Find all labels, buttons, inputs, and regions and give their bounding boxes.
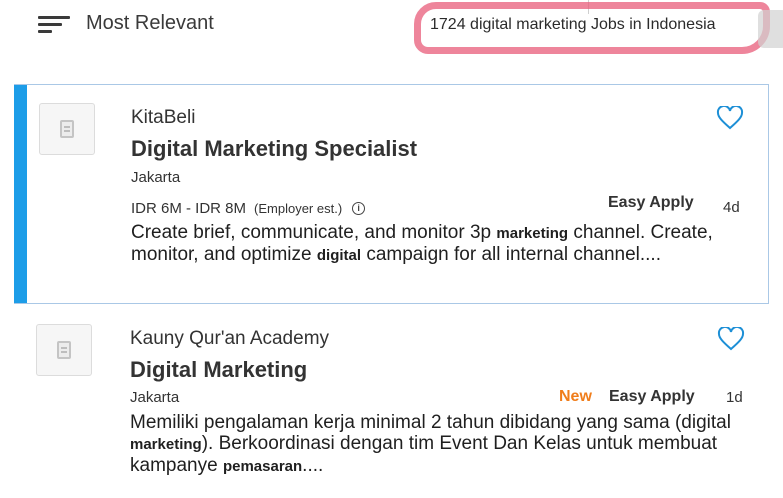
sort-label: Most Relevant (86, 11, 214, 34)
job-title[interactable]: Digital Marketing Specialist (131, 136, 417, 162)
job-location: Jakarta (130, 389, 180, 406)
company-logo (39, 103, 95, 155)
save-heart-icon[interactable] (716, 106, 744, 130)
sort-dropdown[interactable]: Most Relevant (38, 8, 214, 38)
job-description: Memiliki pengalaman kerja minimal 2 tahu… (130, 412, 731, 476)
job-description: Create brief, communicate, and monitor 3… (131, 222, 713, 265)
results-count: 1724 digital marketing Jobs in Indonesia (414, 2, 783, 56)
easy-apply-badge: Easy Apply (608, 194, 694, 211)
job-card[interactable]: KitaBeli Digital Marketing Specialist Ja… (14, 84, 769, 304)
selected-indicator (14, 85, 27, 303)
company-name[interactable]: KitaBeli (131, 107, 195, 129)
building-icon (57, 341, 71, 359)
posted-age: 1d (726, 389, 743, 406)
salary-range: IDR 6M - IDR 8M (131, 200, 247, 217)
save-heart-icon[interactable] (717, 327, 745, 351)
job-title[interactable]: Digital Marketing (130, 357, 307, 383)
building-icon (60, 120, 74, 138)
posted-age: 4d (723, 199, 740, 216)
salary-estimate: IDR 6M - IDR 8M (Employer est.) i (131, 200, 366, 217)
company-logo (36, 324, 92, 376)
info-icon[interactable]: i (352, 202, 366, 215)
results-header: Most Relevant 1724 digital marketing Job… (0, 0, 783, 54)
company-name[interactable]: Kauny Qur'an Academy (130, 328, 329, 350)
sort-icon (38, 12, 70, 34)
job-location: Jakarta (131, 169, 181, 186)
results-count-text: 1724 digital marketing Jobs in Indonesia (430, 16, 716, 33)
salary-note: (Employer est.) (254, 201, 343, 216)
easy-apply-badge: Easy Apply (609, 388, 695, 405)
highlight-smudge (758, 10, 783, 48)
new-badge: New (559, 388, 592, 405)
job-card[interactable]: Kauny Qur'an Academy Digital Marketing J… (14, 315, 769, 498)
